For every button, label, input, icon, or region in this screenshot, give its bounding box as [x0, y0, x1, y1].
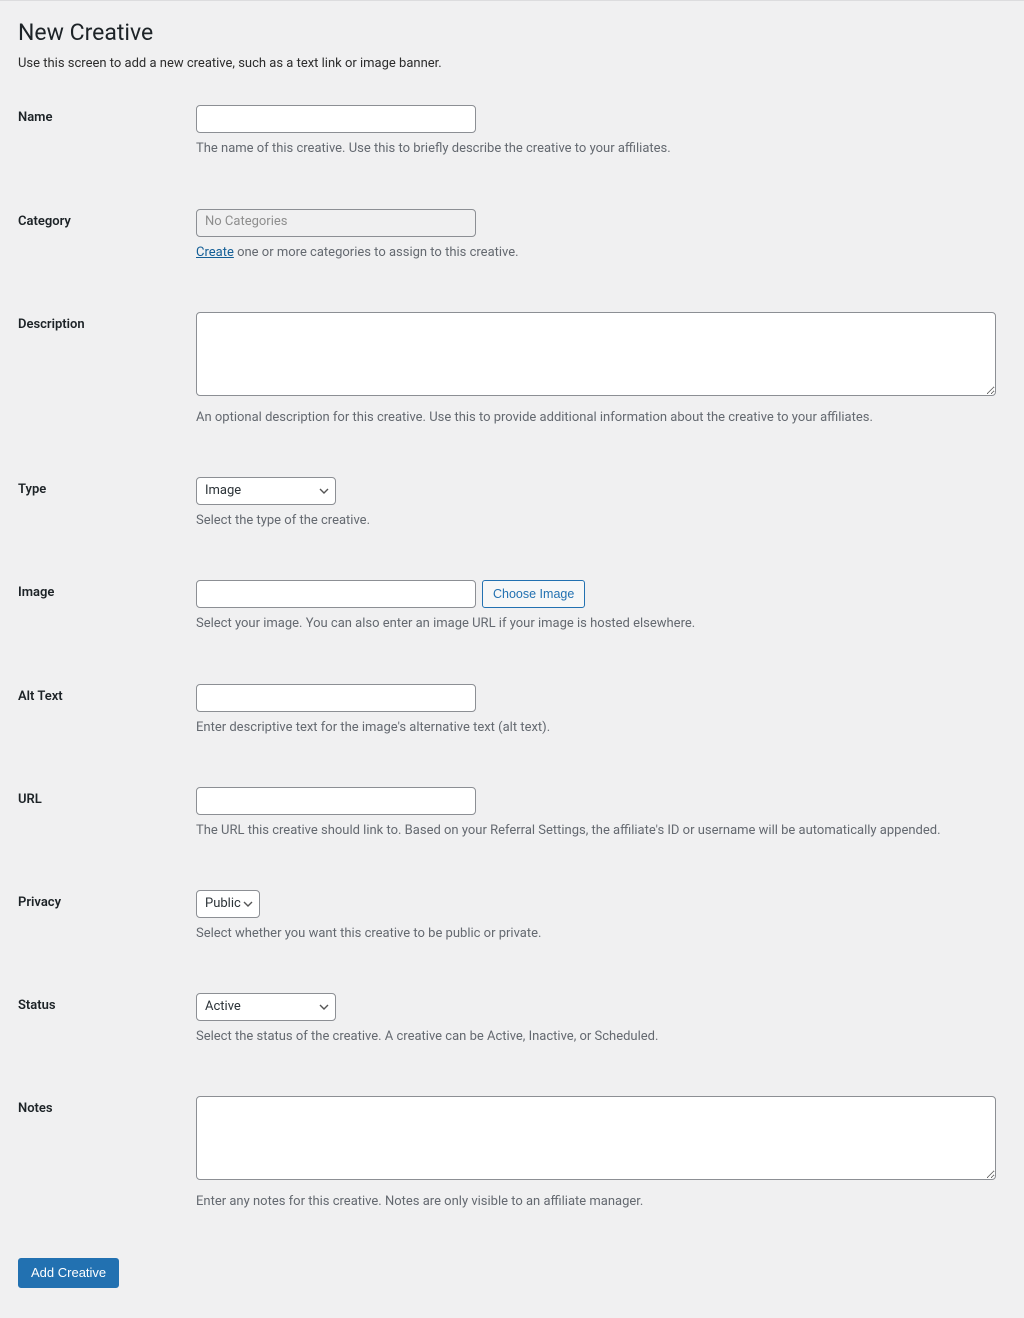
- help-alttext: Enter descriptive text for the image's a…: [196, 719, 1006, 737]
- help-status: Select the status of the creative. A cre…: [196, 1028, 1006, 1046]
- help-description: An optional description for this creativ…: [196, 409, 1006, 427]
- row-description: Description An optional description for …: [18, 300, 1006, 439]
- help-type: Select the type of the creative.: [196, 512, 1006, 530]
- field-image: Choose Image Select your image. You can …: [196, 580, 1006, 633]
- label-url: URL: [18, 787, 196, 809]
- row-privacy: Privacy Public Select whether you want t…: [18, 878, 1006, 955]
- field-description: An optional description for this creativ…: [196, 312, 1006, 427]
- status-select[interactable]: Active: [196, 993, 336, 1021]
- help-category-suffix: one or more categories to assign to this…: [234, 245, 519, 260]
- field-url: The URL this creative should link to. Ba…: [196, 787, 1006, 840]
- field-privacy: Public Select whether you want this crea…: [196, 890, 1006, 943]
- url-input[interactable]: [196, 787, 476, 815]
- help-name: The name of this creative. Use this to b…: [196, 140, 1006, 158]
- image-url-input[interactable]: [196, 580, 476, 608]
- page-wrap: New Creative Use this screen to add a ne…: [0, 0, 1024, 1318]
- field-alttext: Enter descriptive text for the image's a…: [196, 684, 1006, 737]
- alttext-input[interactable]: [196, 684, 476, 712]
- add-creative-button[interactable]: Add Creative: [18, 1258, 119, 1288]
- category-input-disabled: No Categories: [196, 209, 476, 237]
- help-category: Create one or more categories to assign …: [196, 244, 1006, 262]
- label-category: Category: [18, 209, 196, 231]
- field-name: The name of this creative. Use this to b…: [196, 105, 1006, 158]
- label-privacy: Privacy: [18, 890, 196, 912]
- row-status: Status Active Select the status of the c…: [18, 981, 1006, 1058]
- row-image: Image Choose Image Select your image. Yo…: [18, 568, 1006, 645]
- label-name: Name: [18, 105, 196, 127]
- chevron-down-icon: [319, 486, 329, 496]
- help-image: Select your image. You can also enter an…: [196, 615, 1006, 633]
- row-notes: Notes Enter any notes for this creative.…: [18, 1084, 1006, 1223]
- page-subtitle: Use this screen to add a new creative, s…: [18, 55, 1006, 73]
- status-select-value: Active: [205, 998, 241, 1016]
- field-status: Active Select the status of the creative…: [196, 993, 1006, 1046]
- label-type: Type: [18, 477, 196, 499]
- label-status: Status: [18, 993, 196, 1015]
- help-notes: Enter any notes for this creative. Notes…: [196, 1193, 1006, 1211]
- chevron-down-icon: [319, 1002, 329, 1012]
- help-privacy: Select whether you want this creative to…: [196, 925, 1006, 943]
- label-notes: Notes: [18, 1096, 196, 1118]
- create-category-link[interactable]: Create: [196, 245, 234, 260]
- page-title: New Creative: [18, 17, 1006, 49]
- chevron-down-icon: [243, 899, 253, 909]
- type-select-value: Image: [205, 482, 241, 500]
- row-alttext: Alt Text Enter descriptive text for the …: [18, 672, 1006, 749]
- label-alttext: Alt Text: [18, 684, 196, 706]
- name-input[interactable]: [196, 105, 476, 133]
- privacy-select-value: Public: [205, 895, 241, 913]
- type-select[interactable]: Image: [196, 477, 336, 505]
- label-description: Description: [18, 312, 196, 334]
- row-category: Category No Categories Create one or mor…: [18, 197, 1006, 274]
- row-name: Name The name of this creative. Use this…: [18, 93, 1006, 170]
- field-type: Image Select the type of the creative.: [196, 477, 1006, 530]
- privacy-select[interactable]: Public: [196, 890, 260, 918]
- row-url: URL The URL this creative should link to…: [18, 775, 1006, 852]
- image-input-group: Choose Image: [196, 580, 1006, 608]
- notes-textarea[interactable]: [196, 1096, 996, 1180]
- field-notes: Enter any notes for this creative. Notes…: [196, 1096, 1006, 1211]
- submit-row: Add Creative: [18, 1258, 1006, 1288]
- description-textarea[interactable]: [196, 312, 996, 396]
- row-type: Type Image Select the type of the creati…: [18, 465, 1006, 542]
- field-category: No Categories Create one or more categor…: [196, 209, 1006, 262]
- choose-image-button[interactable]: Choose Image: [482, 580, 585, 608]
- help-url: The URL this creative should link to. Ba…: [196, 822, 1006, 840]
- label-image: Image: [18, 580, 196, 602]
